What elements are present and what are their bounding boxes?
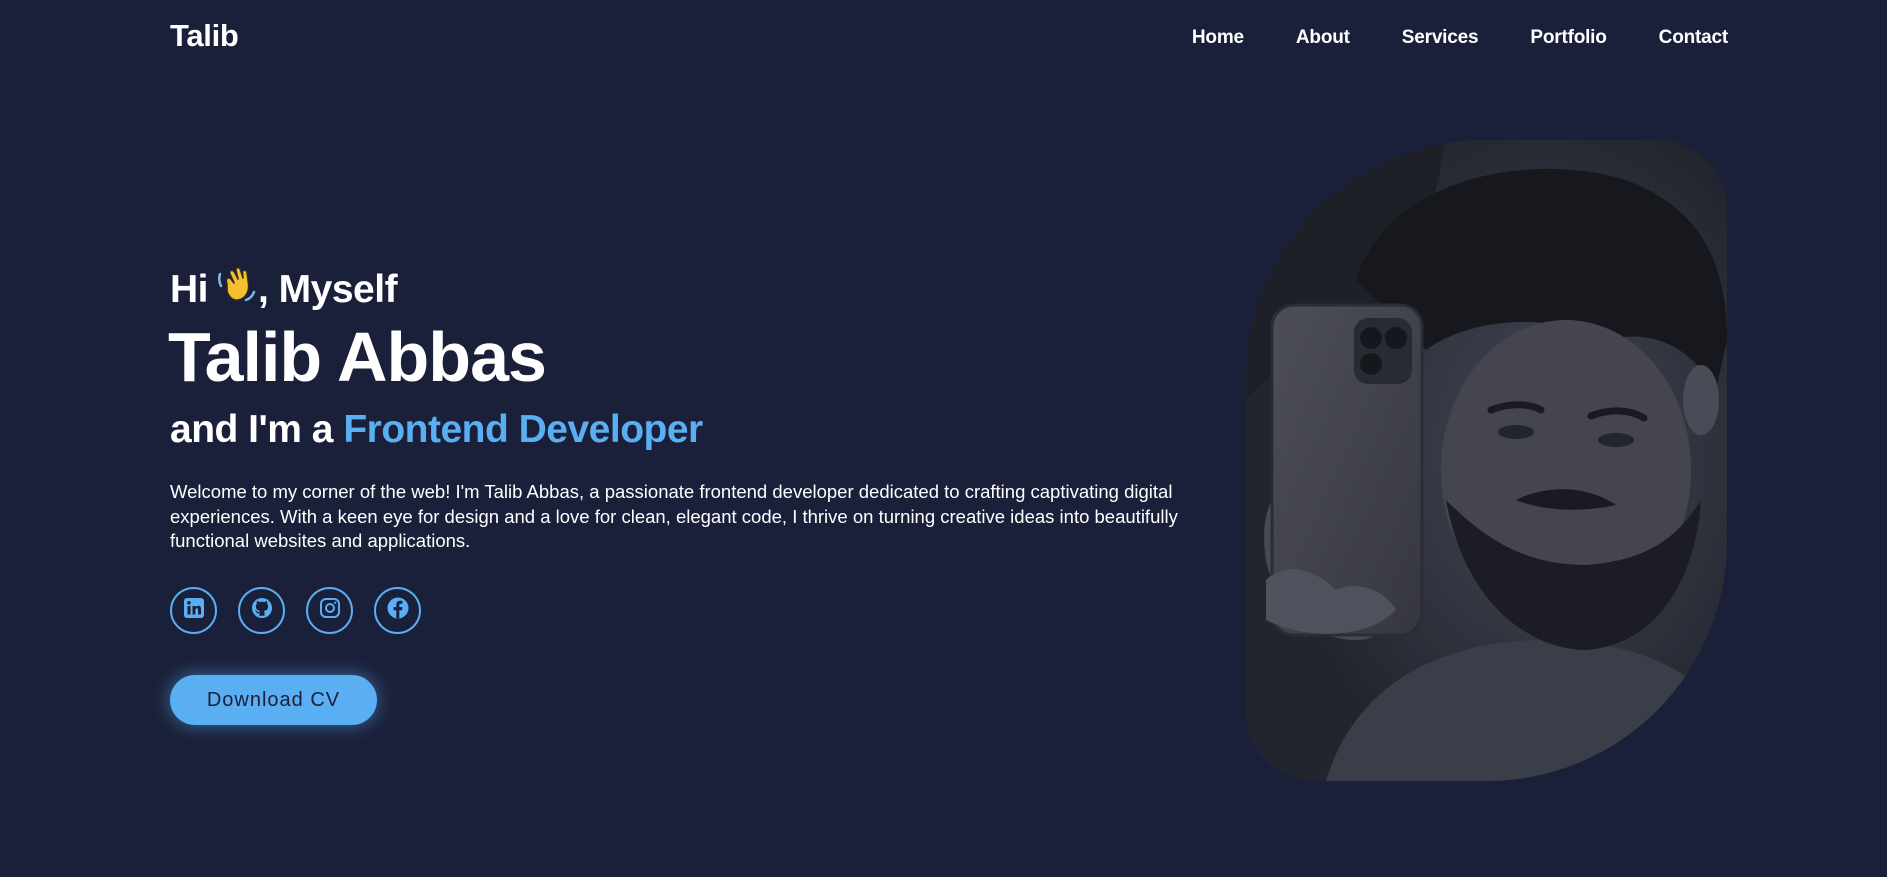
waving-hand-icon [216,264,256,316]
hero-greeting: Hi , Myself [170,264,398,316]
main-nav: Home About Services Portfolio Contact [1192,27,1728,49]
github-link[interactable] [238,587,285,634]
download-cv-button[interactable]: Download CV [170,675,377,725]
github-icon [250,596,274,625]
linkedin-link[interactable] [170,587,217,634]
linkedin-icon [182,596,206,625]
social-links [170,587,421,634]
hero-intro: Welcome to my corner of the web! I'm Tal… [170,481,1178,551]
instagram-link[interactable] [306,587,353,634]
nav-contact[interactable]: Contact [1659,27,1729,49]
hero-name: Talib Abbas [168,318,547,396]
nav-about[interactable]: About [1296,27,1350,49]
nav-services[interactable]: Services [1402,27,1479,49]
role-prefix: and I'm a [170,408,333,451]
instagram-icon [318,596,342,625]
facebook-link[interactable] [374,587,421,634]
nav-portfolio[interactable]: Portfolio [1530,27,1606,49]
profile-photo [1246,140,1727,781]
nav-home[interactable]: Home [1192,27,1244,49]
site-logo[interactable]: Talib [170,18,239,54]
page: Talib Home About Services Portfolio Cont… [0,0,1887,877]
facebook-icon [386,596,410,625]
greeting-prefix: Hi [170,268,209,311]
hero-role: and I'm a Frontend Developer [170,408,703,452]
role-highlight: Frontend Developer [343,408,703,451]
greeting-suffix: , Myself [258,268,398,311]
